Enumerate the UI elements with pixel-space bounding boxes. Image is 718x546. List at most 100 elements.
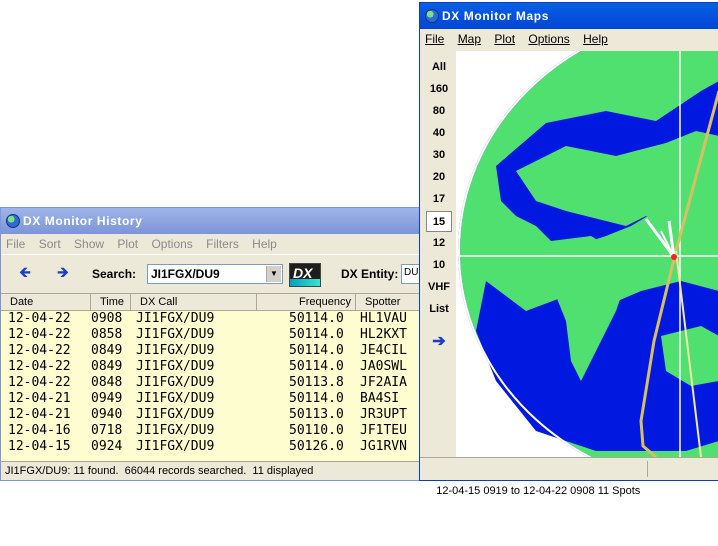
time-cell: 0848	[91, 375, 123, 390]
table-row[interactable]: 12-04-22 0849 JI1FGX/DU9 50114.0 JA0SWL	[1, 359, 424, 375]
history-titlebar[interactable]: DX Monitor History	[1, 208, 424, 234]
band-button-15[interactable]: 15	[426, 211, 452, 232]
globe-icon	[6, 214, 20, 228]
map-canvas[interactable]	[456, 51, 718, 457]
band-button-160[interactable]: 160	[426, 79, 452, 100]
frequency-cell: 50114.0	[289, 343, 344, 358]
dxcall-cell: JI1FGX/DU9	[136, 423, 215, 438]
frequency-cell: 50114.0	[289, 359, 344, 374]
arrow-right-icon[interactable]: 🡺	[53, 265, 73, 281]
arrow-right-icon[interactable]: ➔	[426, 331, 452, 352]
time-cell: 0908	[91, 311, 123, 326]
band-button-30[interactable]: 30	[426, 145, 452, 166]
maps-menu-file[interactable]: File	[420, 29, 449, 49]
table-row[interactable]: 12-04-22 0849 JI1FGX/DU9 50114.0 JE4CIL	[1, 343, 424, 359]
spotter-cell: JF1TEU	[360, 423, 407, 438]
maps-status-text: 12-04-15 0919 to 12-04-22 0908 11 Spots	[436, 485, 641, 497]
menu-options[interactable]: Options	[146, 234, 197, 254]
maps-window: DX Monitor Maps File Map Plot Options He…	[419, 2, 718, 497]
frequency-cell: 50114.0	[289, 311, 344, 326]
time-cell: 0949	[91, 391, 123, 406]
col-time[interactable]: Time	[91, 294, 131, 310]
col-spotter[interactable]: Spotter	[356, 294, 426, 310]
time-cell: 0924	[91, 439, 123, 454]
time-cell: 0940	[91, 407, 123, 422]
dxcall-cell: JI1FGX/DU9	[136, 327, 215, 342]
table-row[interactable]: 12-04-22 0858 JI1FGX/DU9 50114.0 HL2KXT	[1, 327, 424, 343]
date-cell: 12-04-22	[8, 343, 71, 358]
frequency-cell: 50114.0	[289, 391, 344, 406]
col-frequency[interactable]: Frequency	[257, 294, 356, 310]
band-button-40[interactable]: 40	[426, 123, 452, 144]
maps-menu-plot[interactable]: Plot	[489, 29, 520, 49]
frequency-cell: 50114.0	[289, 327, 344, 342]
history-table-header: Date Time DX Call Frequency Spotter	[1, 294, 426, 311]
maps-menu-map[interactable]: Map	[453, 29, 486, 49]
band-button-10[interactable]: 10	[426, 255, 452, 276]
dxcall-cell: JI1FGX/DU9	[136, 391, 215, 406]
history-table-body: 12-04-22 0908 JI1FGX/DU9 50114.0 HL1VAU 12-04…	[1, 311, 424, 462]
chevron-down-icon[interactable]: ▼	[266, 266, 281, 282]
col-dxcall[interactable]: DX Call	[131, 294, 257, 310]
time-cell: 0849	[91, 359, 123, 374]
time-cell: 0858	[91, 327, 123, 342]
band-button-80[interactable]: 80	[426, 101, 452, 122]
frequency-cell: 50113.0	[289, 407, 344, 422]
table-row[interactable]: 12-04-21 0949 JI1FGX/DU9 50114.0 BA4SI	[1, 391, 424, 407]
globe-icon	[425, 9, 439, 23]
dx-logo-button[interactable]: DX	[289, 263, 321, 287]
spotter-cell: HL2KXT	[360, 327, 407, 342]
frequency-cell: 50110.0	[289, 423, 344, 438]
history-status: JI1FGX/DU9: 11 found. 66044 records sear…	[1, 461, 424, 480]
spotter-cell: JR3UPT	[360, 407, 407, 422]
spotter-cell: JE4CIL	[360, 343, 407, 358]
spotter-cell: HL1VAU	[360, 311, 407, 326]
date-cell: 12-04-22	[8, 327, 71, 342]
table-row[interactable]: 12-04-22 0908 JI1FGX/DU9 50114.0 HL1VAU	[1, 311, 424, 327]
maps-menu-options[interactable]: Options	[523, 29, 574, 49]
entity-label: DX Entity:	[341, 267, 399, 281]
table-row[interactable]: 12-04-16 0718 JI1FGX/DU9 50110.0 JF1TEU	[1, 423, 424, 439]
frequency-cell: 50126.0	[289, 439, 344, 454]
search-value[interactable]: JI1FGX/DU9	[151, 267, 220, 281]
col-date[interactable]: Date	[1, 294, 91, 310]
date-cell: 12-04-22	[8, 311, 71, 326]
band-button-list[interactable]: List	[426, 299, 452, 320]
date-cell: 12-04-22	[8, 359, 71, 374]
dxcall-cell: JI1FGX/DU9	[136, 439, 215, 454]
map-dx-location	[671, 254, 677, 260]
band-button-12[interactable]: 12	[426, 233, 452, 254]
arrow-left-icon[interactable]: 🡸	[15, 265, 35, 281]
date-cell: 12-04-21	[8, 391, 71, 406]
history-window: DX Monitor History File Sort Show Plot O…	[0, 207, 426, 481]
dxcall-cell: JI1FGX/DU9	[136, 359, 215, 374]
menu-file[interactable]: File	[1, 234, 30, 254]
history-menubar: File Sort Show Plot Options Filters Help	[1, 234, 424, 254]
spotter-cell: JF2AIA	[360, 375, 407, 390]
maps-status: 12-04-15 0919 to 12-04-22 0908 11 Spots	[420, 457, 718, 497]
table-row[interactable]: 12-04-21 0940 JI1FGX/DU9 50113.0 JR3UPT	[1, 407, 424, 423]
frequency-cell: 50113.8	[289, 375, 344, 390]
band-button-17[interactable]: 17	[426, 189, 452, 210]
world-map[interactable]	[456, 51, 718, 457]
maps-menu-help[interactable]: Help	[578, 29, 613, 49]
dxcall-cell: JI1FGX/DU9	[136, 343, 215, 358]
band-button-20[interactable]: 20	[426, 167, 452, 188]
spotter-cell: JA0SWL	[360, 359, 407, 374]
band-button-vhf[interactable]: VHF	[426, 277, 452, 298]
menu-plot[interactable]: Plot	[112, 234, 143, 254]
history-toolbar: 🡸 🡺 Search: JI1FGX/DU9 ▼ DX DX Entity: D…	[1, 254, 425, 294]
dxcall-cell: JI1FGX/DU9	[136, 311, 215, 326]
menu-show[interactable]: Show	[69, 234, 109, 254]
menu-help[interactable]: Help	[247, 234, 282, 254]
status-divider	[647, 461, 648, 477]
band-button-all[interactable]: All	[426, 57, 452, 78]
maps-titlebar[interactable]: DX Monitor Maps	[420, 3, 718, 29]
menu-sort[interactable]: Sort	[34, 234, 66, 254]
band-selector: All 160 80 40 30 20 17 15 12 10 VHF List ➔	[422, 53, 452, 459]
table-row[interactable]: 12-04-22 0848 JI1FGX/DU9 50113.8 JF2AIA	[1, 375, 424, 391]
search-combo[interactable]: JI1FGX/DU9 ▼	[147, 264, 283, 284]
table-row[interactable]: 12-04-15 0924 JI1FGX/DU9 50126.0 JG1RVN	[1, 439, 424, 455]
menu-filters[interactable]: Filters	[201, 234, 244, 254]
date-cell: 12-04-15	[8, 439, 71, 454]
